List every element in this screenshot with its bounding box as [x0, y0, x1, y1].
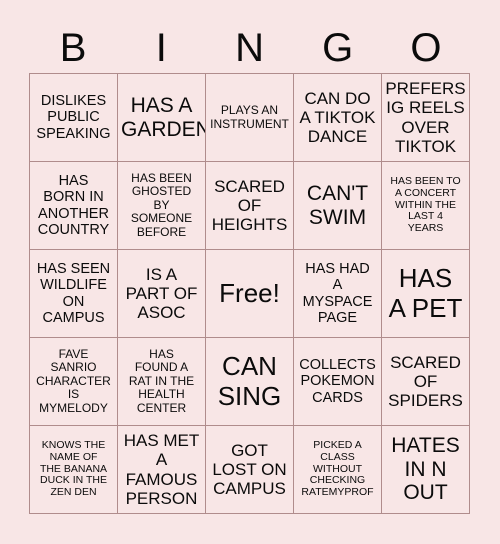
bingo-cell-label: GOT LOST ON CAMPUS	[212, 440, 287, 499]
bingo-cell[interactable]: COLLECTS POKEMON CARDS	[294, 338, 382, 426]
bingo-cell[interactable]: PREFERS IG REELS OVER TIKTOK	[382, 74, 470, 162]
bingo-cell-label: COLLECTS POKEMON CARDS	[299, 357, 376, 406]
bingo-cell[interactable]: PICKED A CLASS WITHOUT CHECKING RATEMYPR…	[294, 426, 382, 514]
bingo-cell-label: HAS SEEN WILDLIFE ON CAMPUS	[36, 261, 111, 326]
bingo-cell[interactable]: SCARED OF SPIDERS	[382, 338, 470, 426]
bingo-cell-label: HAS BEEN GHOSTED BY SOMEONE BEFORE	[130, 170, 193, 239]
bingo-cell[interactable]: HAS BEEN GHOSTED BY SOMEONE BEFORE	[118, 162, 206, 250]
bingo-cell-label: Free!	[219, 277, 280, 308]
bingo-cell-label: HAS BORN IN ANOTHER COUNTRY	[37, 173, 110, 238]
bingo-cell[interactable]: IS A PART OF ASOC	[118, 250, 206, 338]
bingo-cell[interactable]: CAN DO A TIKTOK DANCE	[294, 74, 382, 162]
bingo-cell[interactable]: HAS SEEN WILDLIFE ON CAMPUS	[30, 250, 118, 338]
bingo-cell[interactable]: HAS A GARDEN	[118, 74, 206, 162]
header-letter-n: N	[235, 25, 264, 70]
bingo-cell-label: CAN SING	[217, 351, 282, 411]
bingo-cell-label: CAN'T SWIM	[306, 181, 369, 229]
bingo-grid: DISLIKES PUBLIC SPEAKING HAS A GARDEN PL…	[29, 73, 470, 514]
header-letter-i: I	[155, 25, 167, 70]
bingo-cell-label: HAS A GARDEN	[121, 93, 206, 141]
bingo-cell-label: KNOWS THE NAME OF THE BANANA DUCK IN THE…	[39, 439, 108, 499]
bingo-cell-label: FAVE SANRIO CHARACTER IS MYMELODY	[36, 346, 111, 415]
bingo-cell-label: HAS A PET	[388, 263, 463, 323]
bingo-cell-label: CAN DO A TIKTOK DANCE	[299, 88, 376, 147]
bingo-cell-free[interactable]: Free!	[206, 250, 294, 338]
bingo-cell[interactable]: GOT LOST ON CAMPUS	[206, 426, 294, 514]
bingo-cell-label: DISLIKES PUBLIC SPEAKING	[36, 93, 111, 142]
bingo-cell-label: HAS MET A FAMOUS PERSON	[123, 431, 200, 508]
bingo-cell[interactable]: DISLIKES PUBLIC SPEAKING	[30, 74, 118, 162]
bingo-cell[interactable]: SCARED OF HEIGHTS	[206, 162, 294, 250]
header-letter-g: G	[322, 25, 354, 70]
bingo-cell[interactable]: CAN SING	[206, 338, 294, 426]
bingo-card: B I N G O DISLIKES PUBLIC SPEAKING HAS A…	[0, 0, 500, 544]
bingo-cell-label: PICKED A CLASS WITHOUT CHECKING RATEMYPR…	[301, 439, 374, 499]
bingo-cell[interactable]: HAS FOUND A RAT IN THE HEALTH CENTER	[118, 338, 206, 426]
bingo-cell-label: HAS HAD A MYSPACE PAGE	[302, 261, 373, 326]
bingo-cell-label: HAS BEEN TO A CONCERT WITHIN THE LAST 4 …	[390, 175, 461, 235]
bingo-cell-label: SCARED OF HEIGHTS	[211, 176, 288, 235]
bingo-cell[interactable]: PLAYS AN INSTRUMENT	[206, 74, 294, 162]
bingo-cell[interactable]: HAS BEEN TO A CONCERT WITHIN THE LAST 4 …	[382, 162, 470, 250]
bingo-cell[interactable]: CAN'T SWIM	[294, 162, 382, 250]
bingo-cell-label: HATES IN N OUT	[391, 434, 460, 505]
bingo-cell-label: HAS FOUND A RAT IN THE HEALTH CENTER	[128, 346, 195, 415]
bingo-cell[interactable]: HAS BORN IN ANOTHER COUNTRY	[30, 162, 118, 250]
bingo-cell[interactable]: HATES IN N OUT	[382, 426, 470, 514]
bingo-cell-label: SCARED OF SPIDERS	[388, 352, 463, 411]
bingo-cell-label: PLAYS AN INSTRUMENT	[210, 103, 289, 131]
header-letter-o: O	[410, 25, 442, 70]
bingo-cell-label: PREFERS IG REELS OVER TIKTOK	[385, 79, 466, 156]
bingo-cell[interactable]: HAS MET A FAMOUS PERSON	[118, 426, 206, 514]
bingo-header: B I N G O	[29, 22, 470, 73]
bingo-cell[interactable]: FAVE SANRIO CHARACTER IS MYMELODY	[30, 338, 118, 426]
bingo-cell-label: IS A PART OF ASOC	[125, 264, 198, 323]
bingo-cell[interactable]: HAS A PET	[382, 250, 470, 338]
bingo-cell[interactable]: HAS HAD A MYSPACE PAGE	[294, 250, 382, 338]
header-letter-b: B	[59, 25, 87, 70]
bingo-cell[interactable]: KNOWS THE NAME OF THE BANANA DUCK IN THE…	[30, 426, 118, 514]
